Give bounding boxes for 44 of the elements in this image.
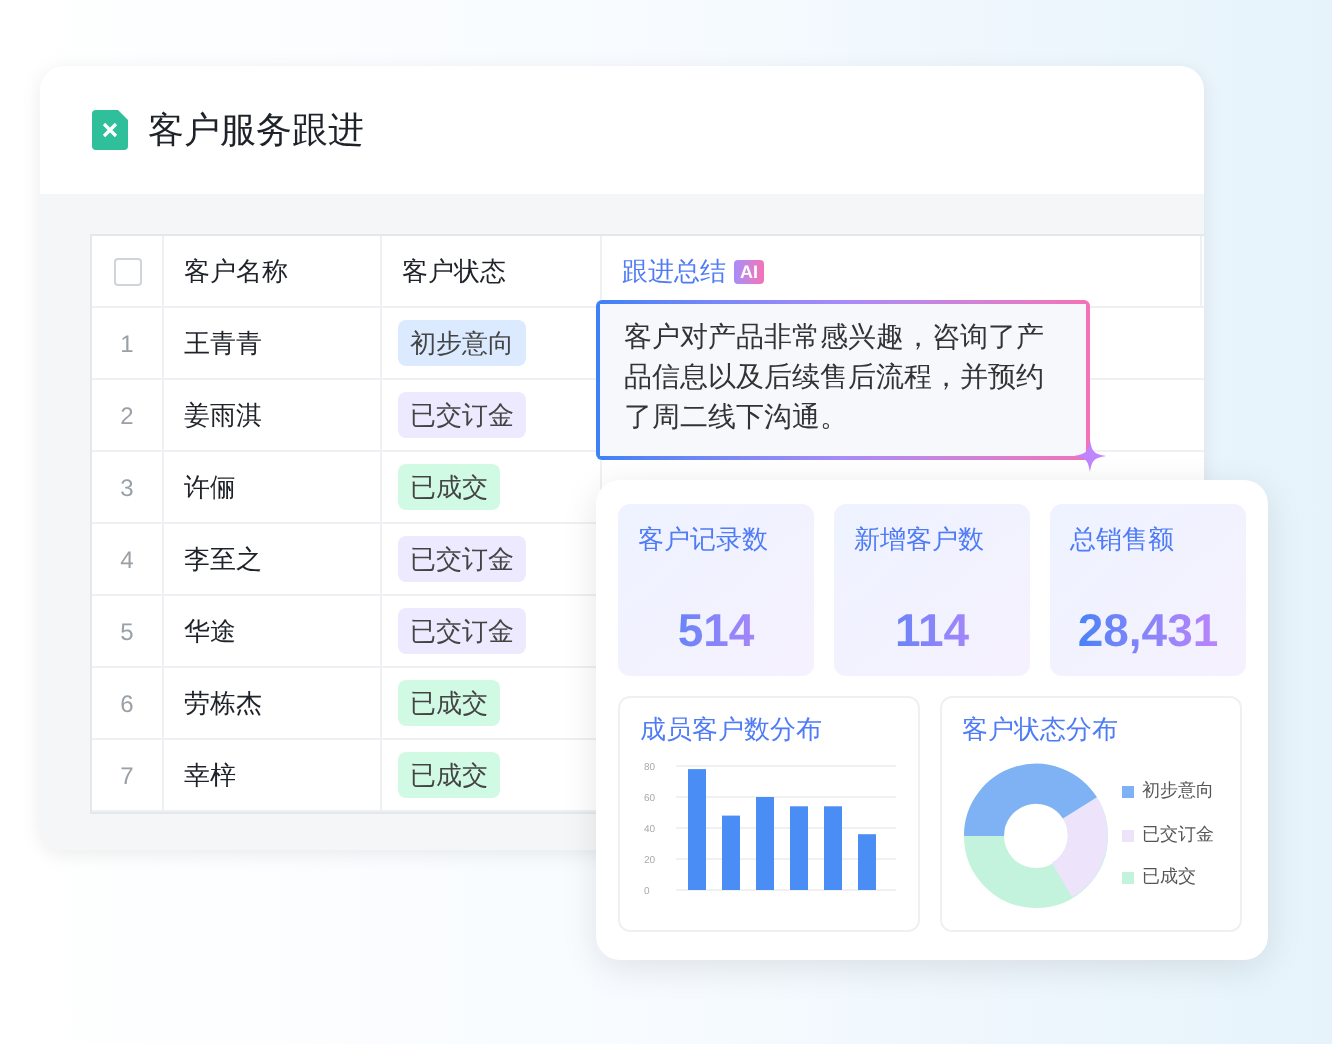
status-tag: 初步意向 (398, 319, 526, 367)
row-number: 7 (120, 759, 134, 793)
column-header: 客户状态 (402, 253, 506, 290)
table-cell-text: 姜雨淇 (184, 397, 262, 434)
row-number: 4 (120, 543, 134, 577)
row-number: 3 (120, 471, 134, 505)
column-header: 客户名称 (184, 253, 288, 290)
status-tag: 已成交 (398, 463, 500, 511)
row-number: 5 (120, 615, 134, 649)
row-number: 6 (120, 687, 134, 721)
ai-badge: AI (734, 259, 764, 283)
bar (756, 796, 774, 889)
status-tag: 已成交 (398, 751, 500, 799)
legend-label: 已交订金 (1142, 821, 1214, 848)
sparkle-icon (1074, 440, 1106, 472)
stat-label: 客户记录数 (638, 522, 770, 558)
app-title: 客户服务跟进 (148, 107, 364, 153)
spreadsheet-icon (88, 108, 132, 152)
table-cell-text: 王青青 (184, 325, 262, 362)
table-cell-text: 李至之 (184, 541, 262, 578)
bar (722, 814, 740, 889)
stat-label: 总销售额 (1070, 522, 1176, 558)
table-cell-text: 劳栋杰 (184, 685, 262, 722)
bar (824, 805, 842, 889)
ai-summary-box: 客户对产品非常感兴趣，咨询了产品信息以及后续售后流程，并预约了周二线下沟通。 (596, 300, 1090, 460)
stat-label: 新增客户数 (854, 522, 986, 558)
row-number: 2 (120, 399, 134, 433)
checkbox[interactable] (113, 257, 141, 285)
bar (858, 833, 876, 889)
bar (688, 768, 706, 889)
table-cell-text: 许俪 (184, 469, 236, 506)
table-cell-text: 华途 (184, 613, 236, 650)
row-number: 1 (120, 327, 134, 361)
legend-label: 初步意向 (1142, 778, 1214, 805)
status-tag: 已成交 (398, 679, 500, 727)
legend-label: 已成交 (1142, 864, 1196, 891)
column-header: 跟进总结 (622, 253, 726, 290)
table-cell-text: 幸梓 (184, 757, 236, 794)
bar (790, 805, 808, 889)
status-tag: 已交订金 (398, 607, 526, 655)
chart-title: 成员客户数分布 (640, 712, 824, 748)
chart-title: 客户状态分布 (962, 712, 1120, 748)
status-tag: 已交订金 (398, 391, 526, 439)
status-tag: 已交订金 (398, 535, 526, 583)
